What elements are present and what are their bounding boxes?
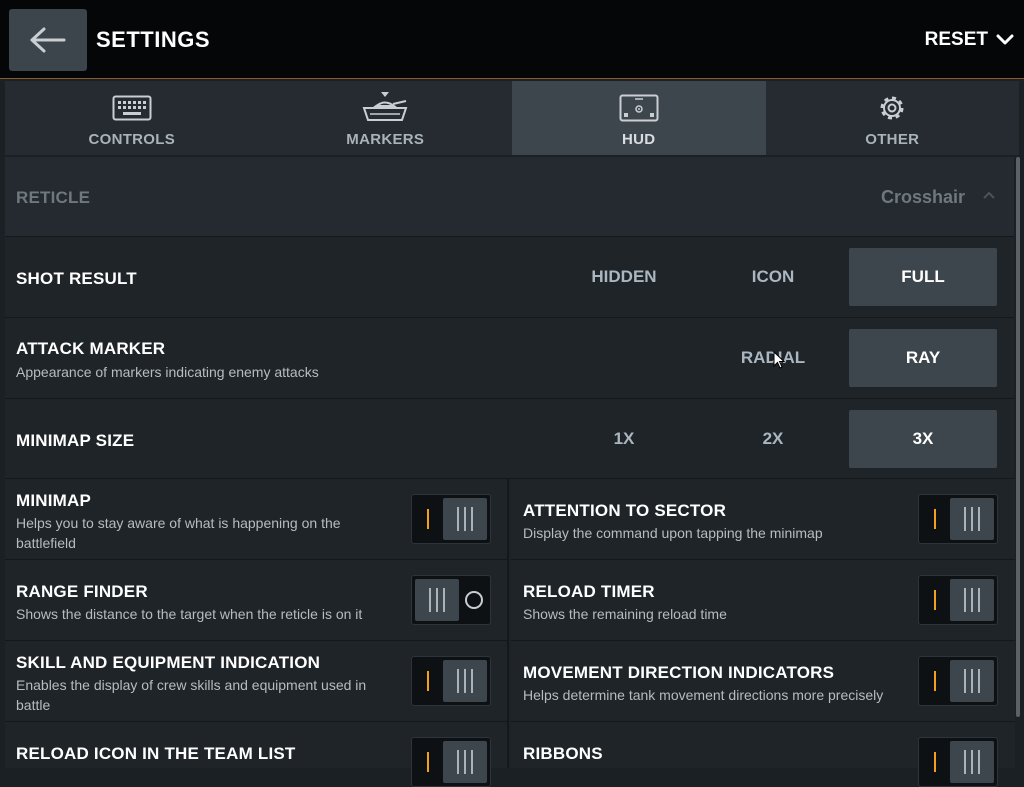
minimap-size-3x-option[interactable]: 3X [849, 410, 997, 468]
tab-other[interactable]: OTHER [766, 81, 1020, 155]
minimap-size-label: MINIMAP SIZE [16, 431, 135, 450]
skill-equipment-label: SKILL AND EQUIPMENT INDICATION [16, 653, 321, 672]
reload-timer-toggle[interactable] [918, 575, 998, 625]
tab-hud-label: HUD [622, 131, 656, 148]
tab-controls-label: CONTROLS [88, 131, 176, 148]
reload-icon-team-list-label: RELOAD ICON IN THE TEAM LIST [16, 744, 296, 763]
chevron-up-icon [983, 191, 995, 199]
attack-marker-row: ATTACK MARKER Appearance of markers indi… [5, 318, 1014, 399]
shot-result-label: SHOT RESULT [16, 269, 137, 288]
minimap-setting: MINIMAP Helps you to stay aware of what … [5, 479, 509, 560]
attention-to-sector-description: Display the command upon tapping the min… [523, 525, 823, 541]
attention-to-sector-setting: ATTENTION TO SECTOR Display the command … [511, 479, 1015, 560]
range-finder-toggle[interactable] [411, 575, 491, 625]
keyboard-icon [112, 91, 152, 125]
minimap-description: Helps you to stay aware of what is happe… [16, 515, 341, 551]
attention-to-sector-label: ATTENTION TO SECTOR [523, 501, 727, 520]
gear-icon [876, 91, 908, 125]
top-bar: SETTINGS RESET [0, 0, 1024, 79]
movement-direction-label: MOVEMENT DIRECTION INDICATORS [523, 663, 835, 682]
shot-result-full-option[interactable]: FULL [849, 248, 997, 306]
settings-content: RETICLE Crosshair SHOT RESULT HIDDEN ICO… [5, 157, 1015, 787]
attack-marker-ray-option[interactable]: RAY [849, 329, 997, 387]
scrollbar[interactable] [1016, 157, 1020, 717]
shot-result-row: SHOT RESULT HIDDEN ICON FULL [5, 237, 1014, 318]
reset-button[interactable]: RESET [925, 29, 1014, 51]
reload-icon-team-list-toggle[interactable] [411, 737, 491, 787]
ribbons-setting: RIBBONS [511, 722, 1015, 787]
reload-timer-label: RELOAD TIMER [523, 582, 655, 601]
tab-other-label: OTHER [865, 131, 920, 148]
movement-direction-description: Helps determine tank movement directions… [523, 687, 884, 703]
chevron-down-icon [996, 34, 1014, 45]
range-finder-description: Shows the distance to the target when th… [16, 606, 363, 622]
skill-equipment-toggle[interactable] [411, 656, 491, 706]
minimap-size-row: MINIMAP SIZE 1X 2X 3X [5, 399, 1014, 479]
reload-timer-setting: RELOAD TIMER Shows the remaining reload … [511, 560, 1015, 641]
range-finder-setting: RANGE FINDER Shows the distance to the t… [5, 560, 509, 641]
skill-equipment-description: Enables the display of crew skills and e… [16, 677, 367, 713]
reset-label: RESET [924, 29, 988, 50]
ribbons-toggle[interactable] [918, 737, 998, 787]
tab-hud[interactable]: HUD [512, 81, 766, 155]
range-finder-label: RANGE FINDER [16, 582, 148, 601]
minimap-size-2x-option[interactable]: 2X [699, 410, 847, 468]
tank-icon [360, 91, 410, 125]
attention-to-sector-toggle[interactable] [918, 494, 998, 544]
attack-marker-label: ATTACK MARKER [16, 339, 166, 358]
mouse-cursor-icon [773, 351, 785, 369]
reticle-value: Crosshair [881, 187, 966, 207]
minimap-size-1x-option[interactable]: 1X [550, 410, 698, 468]
minimap-toggle[interactable] [411, 494, 491, 544]
back-button[interactable] [9, 9, 87, 71]
shot-result-hidden-option[interactable]: HIDDEN [550, 248, 698, 306]
shot-result-icon-option[interactable]: ICON [699, 248, 847, 306]
reload-timer-description: Shows the remaining reload time [523, 606, 727, 622]
tab-markers-label: MARKERS [346, 131, 425, 148]
reticle-row: RETICLE Crosshair [5, 157, 1014, 237]
ribbons-label: RIBBONS [523, 744, 603, 763]
reload-icon-team-list-setting: RELOAD ICON IN THE TEAM LIST [5, 722, 509, 787]
reticle-label: RETICLE [16, 188, 91, 207]
attack-marker-description: Appearance of markers indicating enemy a… [16, 364, 319, 380]
minimap-label: MINIMAP [16, 491, 92, 510]
tab-controls[interactable]: CONTROLS [5, 81, 259, 155]
movement-direction-toggle[interactable] [918, 656, 998, 706]
movement-direction-setting: MOVEMENT DIRECTION INDICATORS Helps dete… [511, 641, 1015, 722]
screen-icon [619, 91, 659, 125]
tab-markers[interactable]: MARKERS [259, 81, 513, 155]
skill-equipment-setting: SKILL AND EQUIPMENT INDICATION Enables t… [5, 641, 509, 722]
page-title: SETTINGS [96, 27, 211, 52]
settings-tabs: CONTROLS MARKERS HUD OTHER [5, 81, 1019, 155]
arrow-left-icon [30, 27, 66, 53]
